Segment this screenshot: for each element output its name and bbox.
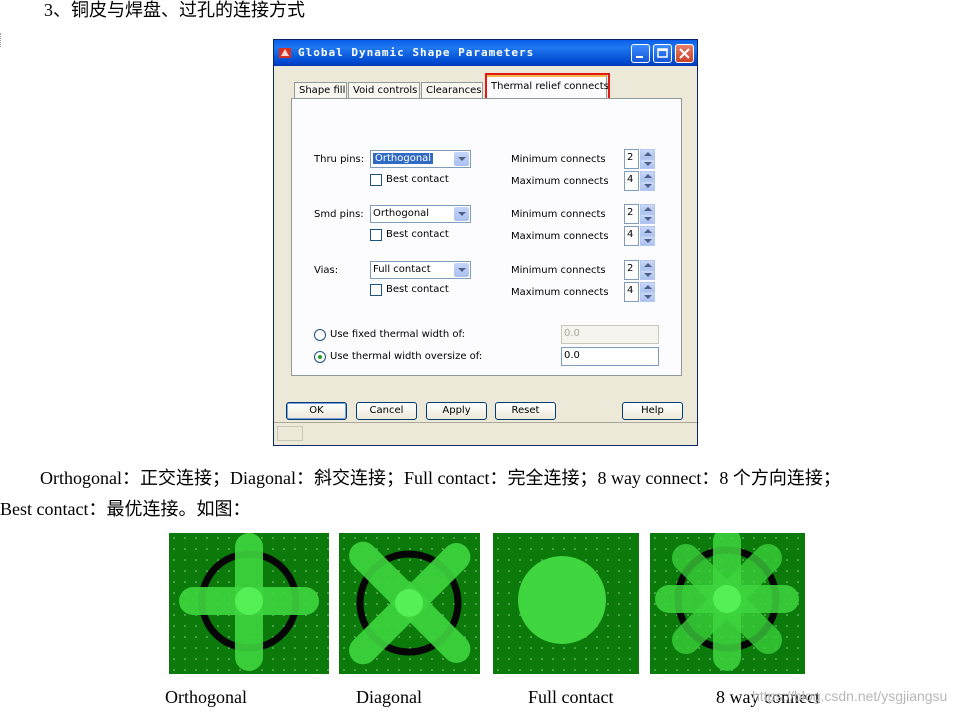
vias-max-spinner[interactable]: 4 — [624, 282, 656, 302]
fixed-width-radio[interactable] — [314, 329, 326, 341]
spin-up-icon[interactable] — [640, 226, 655, 236]
spin-down-icon[interactable] — [640, 214, 655, 224]
smd-pins-label: Smd pins: — [314, 209, 364, 220]
caption-full-contact: Full contact — [528, 687, 614, 707]
chevron-down-icon[interactable] — [454, 207, 469, 221]
cancel-button[interactable]: Cancel — [356, 402, 417, 420]
pad-center — [235, 587, 263, 615]
spin-up-icon[interactable] — [640, 171, 655, 181]
minimize-icon — [636, 56, 643, 58]
vias-value: Full contact — [373, 264, 431, 275]
smd-pins-min-label: Minimum connects — [511, 209, 606, 220]
watermark: https://blog.csdn.net/ysgjiangsu — [752, 688, 948, 704]
status-cell — [277, 426, 303, 441]
margin-marker — [0, 33, 4, 47]
spin-up-icon[interactable] — [640, 204, 655, 214]
vias-label: Vias: — [314, 265, 339, 276]
vias-min-spinner[interactable]: 2 — [624, 260, 656, 280]
smd-pins-best-contact-checkbox[interactable] — [370, 229, 382, 241]
pad-center — [395, 589, 423, 617]
spin-down-icon[interactable] — [640, 236, 655, 246]
global-dynamic-shape-parameters-dialog: Global Dynamic Shape Parameters Shape fi… — [273, 39, 698, 446]
spin-up-icon[interactable] — [640, 260, 655, 270]
smd-pins-value: Orthogonal — [373, 208, 430, 219]
close-button[interactable] — [675, 44, 694, 63]
vias-min-value[interactable]: 2 — [624, 260, 639, 280]
ok-button[interactable]: OK — [286, 402, 347, 420]
chevron-down-icon[interactable] — [454, 263, 469, 277]
spin-up-icon[interactable] — [640, 282, 655, 292]
thru-pins-max-spinner[interactable]: 4 — [624, 171, 656, 191]
smd-pins-max-value[interactable]: 4 — [624, 226, 639, 246]
vias-max-value[interactable]: 4 — [624, 282, 639, 302]
full-contact-pad — [518, 556, 606, 644]
pad-center — [713, 585, 741, 613]
vias-max-label: Maximum connects — [511, 287, 609, 298]
thru-pins-max-label: Maximum connects — [511, 176, 609, 187]
vias-best-contact-checkbox[interactable] — [370, 284, 382, 296]
caption-orthogonal: Orthogonal — [165, 687, 247, 707]
smd-pins-select[interactable]: Orthogonal — [370, 205, 471, 223]
tab-shape-fill[interactable]: Shape fill — [294, 82, 347, 98]
orthogonal-figure — [169, 533, 329, 674]
fixed-width-label: Use fixed thermal width of: — [330, 329, 466, 340]
thru-pins-label: Thru pins: — [314, 154, 365, 165]
thermal-relief-panel: Thru pins: Orthogonal Best contact Minim… — [291, 98, 682, 376]
thru-pins-max-value[interactable]: 4 — [624, 171, 639, 191]
thru-pins-best-contact-label: Best contact — [386, 174, 449, 185]
maximize-button[interactable] — [653, 44, 672, 63]
help-button[interactable]: Help — [622, 402, 683, 420]
vias-min-label: Minimum connects — [511, 265, 606, 276]
spin-down-icon[interactable] — [640, 159, 655, 169]
maximize-icon — [657, 48, 668, 58]
status-bar — [274, 422, 697, 445]
oversize-label: Use thermal width oversize of: — [330, 351, 483, 362]
oversize-radio[interactable] — [314, 351, 326, 363]
smd-pins-min-value[interactable]: 2 — [624, 204, 639, 224]
tab-void-controls[interactable]: Void controls — [348, 82, 420, 98]
thru-pins-min-spinner[interactable]: 2 — [624, 149, 656, 169]
chevron-down-icon[interactable] — [454, 152, 469, 166]
spin-down-icon[interactable] — [640, 270, 655, 280]
minimize-button[interactable] — [631, 44, 650, 63]
section-heading: 3、铜皮与焊盘、过孔的连接方式 — [44, 0, 305, 20]
full-contact-figure — [493, 533, 639, 674]
smd-pins-max-label: Maximum connects — [511, 231, 609, 242]
spin-down-icon[interactable] — [640, 292, 655, 302]
spin-up-icon[interactable] — [640, 149, 655, 159]
reset-button[interactable]: Reset — [495, 402, 556, 420]
thru-pins-select[interactable]: Orthogonal — [370, 150, 471, 168]
smd-pins-max-spinner[interactable]: 4 — [624, 226, 656, 246]
eight-way-figure — [650, 533, 805, 674]
spin-down-icon[interactable] — [640, 181, 655, 191]
thru-pins-value: Orthogonal — [373, 153, 434, 164]
diagonal-figure — [339, 533, 480, 674]
paragraph-line-1: Orthogonal：正交连接；Diagonal：斜交连接；Full conta… — [40, 468, 841, 488]
close-icon — [679, 48, 690, 59]
paragraph-line-2: Best contact：最优连接。如图： — [0, 499, 251, 519]
radio-selected-dot — [318, 355, 322, 359]
smd-pins-best-contact-label: Best contact — [386, 229, 449, 240]
dialog-title: Global Dynamic Shape Parameters — [298, 46, 535, 59]
smd-pins-min-spinner[interactable]: 2 — [624, 204, 656, 224]
vias-select[interactable]: Full contact — [370, 261, 471, 279]
thru-pins-min-label: Minimum connects — [511, 154, 606, 165]
apply-button[interactable]: Apply — [426, 402, 487, 420]
vias-best-contact-label: Best contact — [386, 284, 449, 295]
fixed-width-input[interactable]: 0.0 — [561, 325, 659, 344]
app-icon — [279, 48, 291, 58]
tab-clearances[interactable]: Clearances — [421, 82, 483, 98]
thru-pins-min-value[interactable]: 2 — [624, 149, 639, 169]
caption-diagonal: Diagonal — [356, 687, 422, 707]
title-bar: Global Dynamic Shape Parameters — [274, 40, 697, 66]
thru-pins-best-contact-checkbox[interactable] — [370, 174, 382, 186]
oversize-input[interactable]: 0.0 — [561, 347, 659, 366]
